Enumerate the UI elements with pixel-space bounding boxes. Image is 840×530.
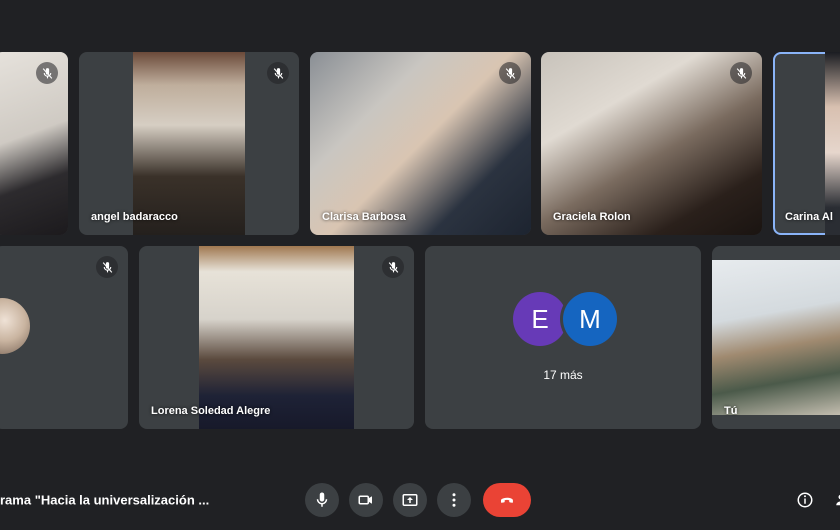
participant-tile[interactable]: Graciela Rolon [541, 52, 762, 235]
muted-mic-icon [36, 62, 58, 84]
present-screen-icon [402, 494, 418, 506]
participant-avatar-e: E [513, 292, 567, 346]
self-tile[interactable]: Tú [712, 246, 840, 429]
participant-name: Tú [724, 405, 738, 417]
microphone-button[interactable] [305, 483, 339, 517]
camera-icon [358, 495, 372, 505]
info-button[interactable] [788, 483, 822, 517]
people-button[interactable] [826, 483, 840, 517]
bottom-bar: rama "Hacia la universalización ... [0, 470, 840, 530]
more-participants-count: 17 más [543, 368, 583, 382]
participant-video [199, 246, 354, 429]
participant-name: Graciela Rolon [553, 211, 631, 223]
microphone-icon [316, 492, 328, 507]
participant-video [825, 52, 840, 235]
participant-name: Carina Al [785, 211, 833, 223]
hang-up-icon [501, 497, 513, 503]
participant-tile[interactable] [0, 246, 128, 429]
more-options-button[interactable] [437, 483, 471, 517]
muted-mic-icon [730, 62, 752, 84]
participant-tile-active-speaker[interactable]: Carina Al [773, 52, 840, 235]
others-tile[interactable]: E M 17 más [425, 246, 701, 429]
participant-tile[interactable]: Lorena Soledad Alegre [139, 246, 414, 429]
participant-avatar-m: M [563, 292, 617, 346]
muted-mic-icon [382, 256, 404, 278]
participant-name: Clarisa Barbosa [322, 211, 406, 223]
people-icon [836, 494, 840, 506]
hang-up-button[interactable] [483, 483, 531, 517]
camera-button[interactable] [349, 483, 383, 517]
participant-avatar [0, 298, 30, 354]
participant-video [0, 52, 68, 235]
muted-mic-icon [267, 62, 289, 84]
participant-name: Lorena Soledad Alegre [151, 405, 271, 417]
present-screen-button[interactable] [393, 483, 427, 517]
meeting-title: rama "Hacia la universalización ... [0, 492, 210, 508]
participant-tile[interactable] [0, 52, 68, 235]
participant-video [310, 52, 531, 235]
participant-video [133, 52, 245, 235]
participant-video [712, 260, 840, 415]
participant-video [541, 52, 762, 235]
info-icon [797, 492, 813, 508]
muted-mic-icon [499, 62, 521, 84]
more-options-icon [452, 493, 456, 507]
participant-tile[interactable]: Clarisa Barbosa [310, 52, 531, 235]
avatar-initial: M [579, 303, 601, 334]
participant-name: angel badaracco [91, 211, 178, 223]
participant-tile[interactable]: angel badaracco [79, 52, 299, 235]
muted-mic-icon [96, 256, 118, 278]
avatar-initial: E [531, 303, 549, 334]
